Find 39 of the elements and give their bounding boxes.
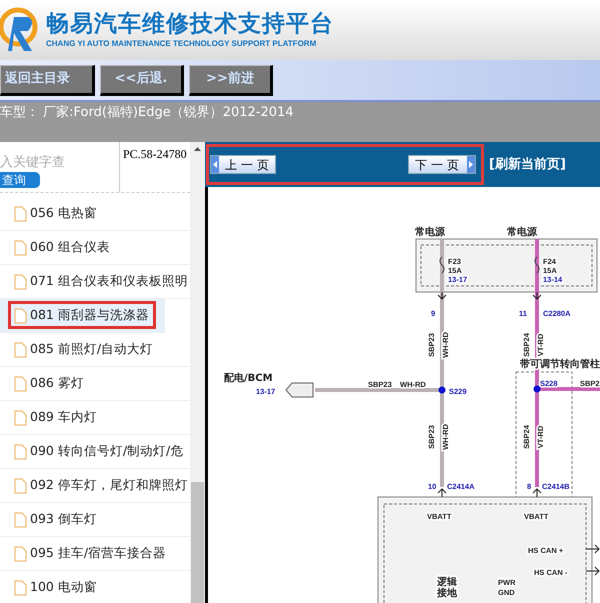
fuse-icon (534, 256, 540, 274)
document-icon (14, 342, 27, 358)
refresh-page-link[interactable]: [刷新当前页] (489, 154, 566, 174)
site-title: 畅易汽车维修技术支持平台 (46, 10, 334, 38)
scroll-thumb[interactable] (191, 482, 204, 603)
pin-arrow-icon (438, 292, 446, 300)
arrow-icon (586, 544, 600, 554)
connector-icon (285, 382, 314, 398)
diagram-label: 逻辑 (437, 577, 457, 588)
document-icon (14, 546, 27, 562)
vehicle-info: 车型： 厂家:Ford(福特)Edge（锐界）2012-2014 (0, 104, 295, 122)
document-icon (14, 512, 27, 528)
site-subtitle: CHANG YI AUTO MAINTENANCE TECHNOLOGY SUPPORT PLATFORM (46, 38, 318, 50)
document-icon (14, 206, 27, 222)
document-code: PC.58-24780 (122, 146, 187, 163)
diagram-label: 接地 (437, 588, 457, 599)
document-icon (14, 444, 27, 460)
previous-page-button[interactable]: 上一页 (210, 155, 276, 174)
document-icon (14, 274, 27, 290)
section-item[interactable]: 081 雨刮器与洗涤器 (0, 299, 165, 333)
splice-dot (438, 386, 446, 394)
arrow-icon (586, 566, 600, 576)
splice-dot (534, 386, 540, 392)
document-icon (14, 240, 27, 256)
diagram-label: 配电/BCM (224, 373, 273, 384)
next-page-button[interactable]: 下一页 (408, 155, 476, 174)
document-icon (14, 410, 27, 426)
pin-arrow-icon (438, 488, 446, 498)
document-icon (14, 376, 27, 392)
diagram-label: 常电源 (415, 227, 445, 238)
document-icon (14, 478, 27, 494)
diagram-label: 常电源 (507, 227, 537, 238)
scrollbar[interactable] (190, 142, 205, 603)
pin-arrow-icon (532, 488, 542, 498)
document-icon (14, 308, 27, 324)
fuse-icon (440, 256, 444, 274)
document-icon (14, 580, 27, 596)
pin-arrow-icon (532, 292, 542, 300)
search-button[interactable]: 查询 (0, 172, 40, 188)
